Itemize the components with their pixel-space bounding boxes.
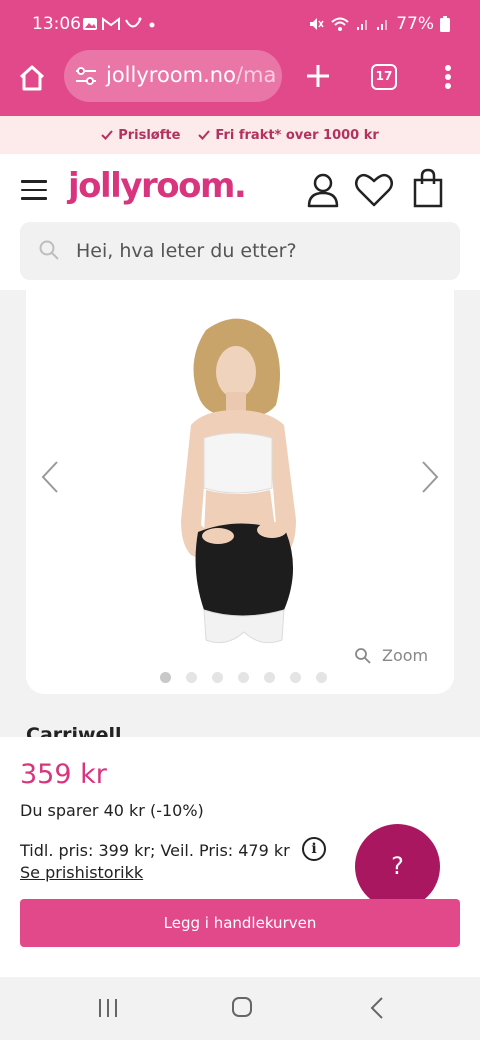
product-image-gallery: Zoom <box>26 290 454 694</box>
gallery-next-arrow-icon[interactable] <box>420 460 440 494</box>
more-menu-icon[interactable] <box>436 62 460 92</box>
gmail-icon <box>102 17 120 30</box>
status-bar: 13:06 77% <box>0 0 480 50</box>
wifi-icon <box>331 17 349 31</box>
promo-price-promise[interactable]: Prisløfte <box>101 128 180 143</box>
zoom-button[interactable]: Zoom <box>354 646 428 665</box>
url-text: jollyroom.no/ma <box>106 63 276 87</box>
site-logo[interactable]: jollyroom. <box>68 166 247 206</box>
price-history-link[interactable]: Se prishistorikk <box>20 863 143 882</box>
promo-price-promise-label: Prisløfte <box>118 127 181 143</box>
gallery-dot[interactable] <box>238 672 249 683</box>
gallery-dot[interactable] <box>290 672 301 683</box>
promo-free-shipping[interactable]: Fri frakt* over 1000 kr <box>198 127 379 143</box>
android-navigation-bar <box>0 977 480 1040</box>
new-tab-icon[interactable] <box>302 60 334 92</box>
product-price: 359 kr <box>20 759 107 790</box>
image-icon <box>83 18 97 30</box>
dot-icon <box>149 22 155 28</box>
checkmark-icon <box>198 130 211 140</box>
status-right: 77% <box>308 14 450 34</box>
gallery-previous-arrow-icon[interactable] <box>40 460 60 494</box>
signal-icon <box>377 20 388 30</box>
user-icon[interactable] <box>306 172 340 208</box>
shopping-bag-icon[interactable] <box>412 168 444 208</box>
product-brand[interactable]: Carriwell <box>26 722 121 738</box>
android-back-icon[interactable] <box>369 996 385 1020</box>
zoom-label: Zoom <box>382 646 429 665</box>
tab-switcher-button[interactable]: 17 <box>371 64 397 90</box>
battery-icon <box>440 16 450 32</box>
site-header: jollyroom. <box>0 154 480 290</box>
promo-bar: Prisløfte Fri frakt* over 1000 kr <box>0 116 480 154</box>
search-input[interactable] <box>76 222 446 280</box>
url-domain: jollyroom.no <box>106 63 236 87</box>
zoom-icon <box>355 647 371 664</box>
smile-icon <box>125 17 142 28</box>
browser-toolbar: jollyroom.no/ma 17 <box>0 50 480 116</box>
site-settings-icon[interactable] <box>74 66 98 86</box>
search-box[interactable] <box>20 222 460 280</box>
search-icon <box>39 240 59 260</box>
battery-percent: 77% <box>396 14 434 34</box>
url-path: /ma <box>235 63 277 87</box>
gallery-dot[interactable] <box>212 672 223 683</box>
previous-price-text: Tidl. pris: 399 kr; Veil. Pris: 479 kr <box>20 841 290 860</box>
buy-panel: 359 kr Du sparer 40 kr (-10%) Tidl. pris… <box>0 737 480 977</box>
status-time: 13:06 <box>32 14 81 34</box>
info-icon[interactable]: i <box>302 837 326 861</box>
checkmark-icon <box>101 130 113 140</box>
add-to-cart-button[interactable]: Legg i handlekurven <box>20 899 460 947</box>
gallery-dot[interactable] <box>316 672 327 683</box>
signal-icon <box>357 20 368 30</box>
gallery-dot[interactable] <box>160 672 171 683</box>
saving-text: Du sparer 40 kr (-10%) <box>20 801 204 820</box>
promo-free-shipping-label: Fri frakt* over 1000 kr <box>215 127 379 143</box>
hamburger-menu-icon[interactable] <box>21 180 47 200</box>
mute-icon <box>310 18 324 30</box>
address-bar[interactable]: jollyroom.no/ma <box>64 50 282 102</box>
help-chat-button[interactable]: ? <box>355 824 440 909</box>
recent-apps-icon[interactable] <box>97 997 119 1019</box>
home-icon[interactable] <box>16 62 48 94</box>
heart-icon[interactable] <box>354 172 394 208</box>
gallery-dot[interactable] <box>264 672 275 683</box>
status-notification-icons <box>82 16 158 32</box>
product-photo[interactable] <box>146 310 336 650</box>
gallery-dot[interactable] <box>186 672 197 683</box>
gallery-pagination <box>160 672 327 683</box>
android-home-icon[interactable] <box>231 996 253 1018</box>
